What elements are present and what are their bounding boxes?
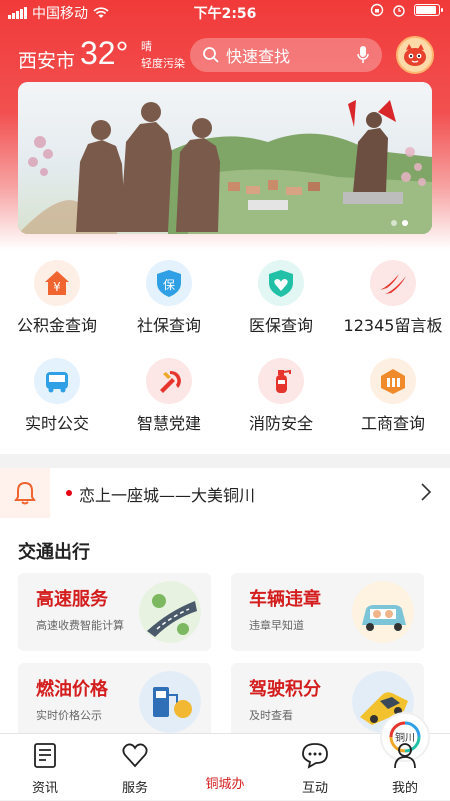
bell-icon (0, 468, 50, 518)
card-title: 驾驶积分 (249, 679, 321, 700)
service-label: 智慧党建 (136, 414, 201, 433)
tab-label: 我的 (391, 781, 418, 796)
fuel-price-icon (139, 671, 201, 733)
service-medical-insurance[interactable]: 医保查询 (225, 260, 337, 336)
temperature: 32° (80, 35, 129, 71)
card-title: 燃油价格 (36, 679, 108, 700)
tab-profile[interactable]: 我的 (360, 734, 450, 801)
card-subtitle: 实时价格公示 (36, 709, 102, 722)
mascot-icon (404, 44, 426, 66)
tab-interaction[interactable]: 互动 (270, 734, 360, 801)
card-vehicle-violation[interactable]: 车辆违章 违章早知道 (231, 573, 424, 651)
bus-icon (34, 358, 80, 404)
svg-text:保: 保 (163, 278, 175, 292)
service-label: 消防安全 (248, 414, 313, 433)
highway-icon (139, 581, 201, 643)
tab-tongcheng[interactable]: 铜川 铜城办 (180, 712, 430, 801)
weather-condition: 晴 (141, 40, 152, 53)
service-label: 公积金查询 (16, 316, 97, 335)
card-subtitle: 及时查看 (249, 709, 293, 722)
search-input[interactable]: 快速查找 (190, 38, 382, 72)
battery-icon (414, 4, 443, 16)
tab-label: 互动 (301, 781, 328, 796)
car-violation-icon (352, 581, 414, 643)
air-quality: 轻度污染 (141, 57, 185, 70)
housing-fund-icon: ¥ (34, 260, 80, 306)
alarm-icon (393, 5, 405, 17)
service-label: 工商查询 (360, 414, 425, 433)
service-label: 实时公交 (24, 414, 89, 433)
heart-icon (122, 743, 148, 768)
banner-carousel[interactable] (18, 82, 432, 234)
service-business-query[interactable]: 工商查询 (337, 358, 449, 434)
party-icon (146, 358, 192, 404)
status-bar: 中国移动 下午2:56 (0, 0, 450, 24)
card-title: 高速服务 (36, 589, 108, 610)
microphone-icon[interactable] (356, 45, 370, 65)
carousel-dot[interactable] (402, 220, 408, 226)
news-headline: 恋上一座城——大美铜川 (79, 486, 256, 505)
commerce-icon (370, 358, 416, 404)
city-selector[interactable]: 西安市 (18, 46, 75, 73)
medical-insurance-icon (258, 260, 304, 306)
card-subtitle: 高速收费智能计算 (36, 619, 124, 632)
service-hotline-12345[interactable]: 12345留言板 (337, 260, 449, 336)
service-label: 社保查询 (136, 316, 201, 335)
news-bullet (66, 490, 72, 496)
social-insurance-icon: 保 (146, 260, 192, 306)
svg-text:¥: ¥ (53, 280, 61, 294)
search-icon (203, 47, 219, 63)
fire-extinguisher-icon (258, 358, 304, 404)
search-placeholder: 快速查找 (226, 47, 291, 66)
card-subtitle: 违章早知道 (249, 619, 304, 632)
mascot-avatar-button[interactable] (396, 36, 434, 74)
service-realtime-bus[interactable]: 实时公交 (1, 358, 113, 434)
tab-label: 铜城办 (205, 777, 245, 792)
news-ticker[interactable]: 恋上一座城——大美铜川 (0, 468, 450, 518)
user-icon (394, 743, 416, 769)
tab-services[interactable]: 服务 (90, 734, 180, 801)
transport-section: 交通出行 高速服务 高速收费智能计算 车辆违章 违章早知道 燃油价格 实时价格公… (0, 518, 450, 741)
news-icon (34, 743, 56, 768)
service-grid: ¥ 公积金查询 保 社保查询 医保查询 12345留言板 实时公交 智慧党建 消… (0, 250, 450, 454)
card-highway-service[interactable]: 高速服务 高速收费智能计算 (18, 573, 211, 651)
banner-image (18, 82, 432, 234)
chevron-right-icon (421, 483, 432, 501)
hotline-icon (370, 260, 416, 306)
section-title: 交通出行 (18, 542, 90, 563)
card-fuel-price[interactable]: 燃油价格 实时价格公示 (18, 663, 211, 741)
bottom-tab-bar: 资讯 服务 铜川 铜城办 互动 我的 (0, 712, 450, 801)
card-title: 车辆违章 (249, 589, 321, 610)
service-label: 12345留言板 (343, 316, 443, 335)
service-fire-safety[interactable]: 消防安全 (225, 358, 337, 434)
tab-news[interactable]: 资讯 (0, 734, 90, 801)
carousel-dot[interactable] (391, 220, 397, 226)
service-social-insurance[interactable]: 保 社保查询 (113, 260, 225, 336)
tab-label: 服务 (121, 781, 148, 796)
tab-label: 资讯 (31, 781, 58, 796)
chat-icon (302, 743, 328, 769)
weather-info: 晴 轻度污染 (141, 38, 185, 72)
service-label: 医保查询 (248, 316, 313, 335)
top-bar: 西安市 32° 晴 轻度污染 快速查找 (0, 32, 450, 78)
carousel-indicator (391, 220, 408, 226)
service-smart-party[interactable]: 智慧党建 (113, 358, 225, 434)
service-housing-fund[interactable]: ¥ 公积金查询 (1, 260, 113, 336)
rotation-lock-icon (370, 3, 384, 17)
